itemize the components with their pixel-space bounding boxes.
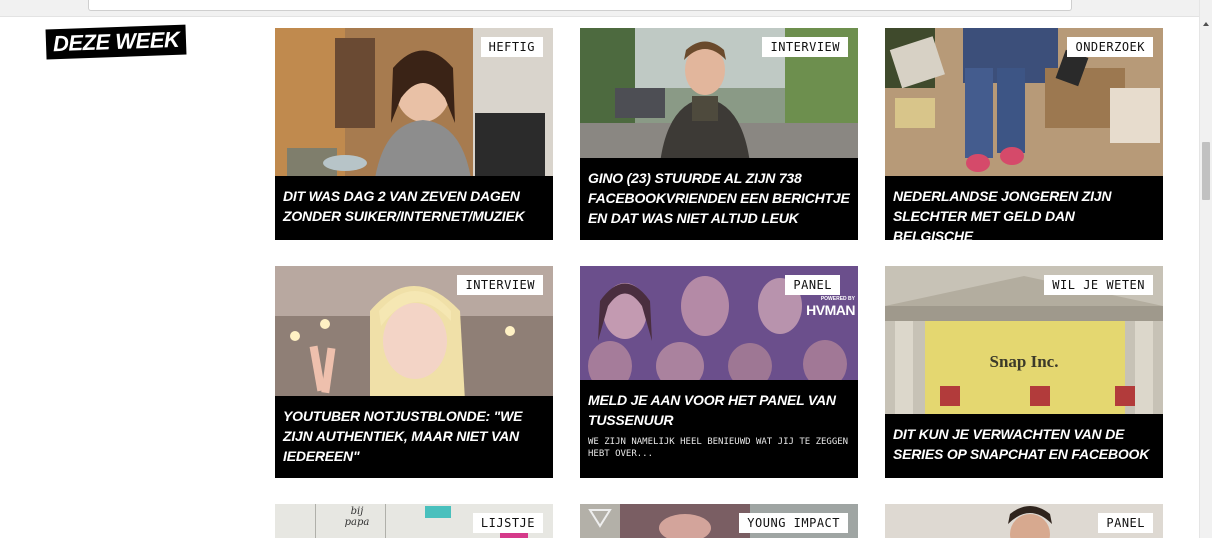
article-card[interactable]: PANEL bbox=[885, 504, 1163, 538]
article-category-tag: PANEL bbox=[785, 275, 840, 295]
article-headline[interactable]: MELD JE AAN VOOR HET PANEL VAN TUSSENUUR bbox=[588, 390, 850, 430]
article-category-tag: YOUNG IMPACT bbox=[739, 513, 848, 533]
article-category-tag: LIJSTJE bbox=[472, 513, 543, 533]
article-category-tag: WIL JE WETEN bbox=[1044, 275, 1153, 295]
article-headline[interactable]: GINO (23) STUURDE AL ZIJN 738 FACEBOOKVR… bbox=[588, 168, 850, 228]
article-caption: NEDERLANDSE JONGEREN ZIJN SLECHTER MET G… bbox=[885, 176, 1163, 240]
article-caption: YOUTUBER NOTJUSTBLONDE: "WE ZIJN AUTHENT… bbox=[275, 396, 553, 478]
article-category-tag: HEFTIG bbox=[480, 37, 543, 57]
article-teaser: WE ZIJN NAMELIJK HEEL BENIEUWD WAT JIJ T… bbox=[588, 437, 849, 459]
article-card[interactable]: INTERVIEW GINO (23) STUURDE AL ZIJN 738 … bbox=[580, 28, 858, 240]
article-caption: GINO (23) STUURDE AL ZIJN 738 FACEBOOKVR… bbox=[580, 158, 858, 240]
article-card[interactable]: YOUNG IMPACT bbox=[580, 504, 858, 538]
article-category-tag: INTERVIEW bbox=[762, 37, 848, 57]
article-headline[interactable]: NEDERLANDSE JONGEREN ZIJN SLECHTER MET G… bbox=[893, 186, 1155, 240]
banner-text: Snap Inc. bbox=[989, 352, 1059, 371]
scroll-up-arrow-icon[interactable] bbox=[1203, 22, 1209, 26]
sponsor-logo: POWERED BY HVMAN bbox=[806, 296, 855, 318]
page-scrollbar[interactable] bbox=[1199, 0, 1212, 538]
article-caption: MELD JE AAN VOOR HET PANEL VAN TUSSENUUR… bbox=[580, 380, 858, 478]
search-input[interactable] bbox=[88, 0, 1072, 11]
article-card[interactable]: INTERVIEW YOUTUBER NOTJUSTBLONDE: "WE ZI… bbox=[275, 266, 553, 478]
article-category-tag: INTERVIEW bbox=[457, 275, 543, 295]
image-handwriting: bij papa bbox=[344, 506, 370, 528]
browser-top-strip bbox=[0, 0, 1200, 17]
article-headline[interactable]: DIT WAS DAG 2 VAN ZEVEN DAGEN ZONDER SUI… bbox=[283, 186, 545, 226]
scrollbar-thumb[interactable] bbox=[1202, 142, 1210, 200]
article-headline[interactable]: DIT KUN JE VERWACHTEN VAN DE SERIES OP S… bbox=[893, 424, 1155, 464]
article-card[interactable]: ONDERZOEK NEDERLANDSE JONGEREN ZIJN SLEC… bbox=[885, 28, 1163, 240]
article-category-tag: PANEL bbox=[1098, 513, 1153, 533]
article-headline[interactable]: YOUTUBER NOTJUSTBLONDE: "WE ZIJN AUTHENT… bbox=[283, 406, 545, 466]
article-card[interactable]: Snap Inc. WIL JE WETEN DIT KUN JE VERWAC… bbox=[885, 266, 1163, 478]
article-caption: DIT WAS DAG 2 VAN ZEVEN DAGEN ZONDER SUI… bbox=[275, 176, 553, 240]
article-caption: DIT KUN JE VERWACHTEN VAN DE SERIES OP S… bbox=[885, 414, 1163, 478]
article-category-tag: ONDERZOEK bbox=[1067, 37, 1153, 57]
article-card[interactable]: POWERED BY HVMAN PANEL MELD JE AAN VOOR … bbox=[580, 266, 858, 478]
article-card[interactable]: bij papa LIJSTJE bbox=[275, 504, 553, 538]
article-card[interactable]: HEFTIG DIT WAS DAG 2 VAN ZEVEN DAGEN ZON… bbox=[275, 28, 553, 240]
section-title: DEZE WEEK bbox=[45, 24, 187, 60]
